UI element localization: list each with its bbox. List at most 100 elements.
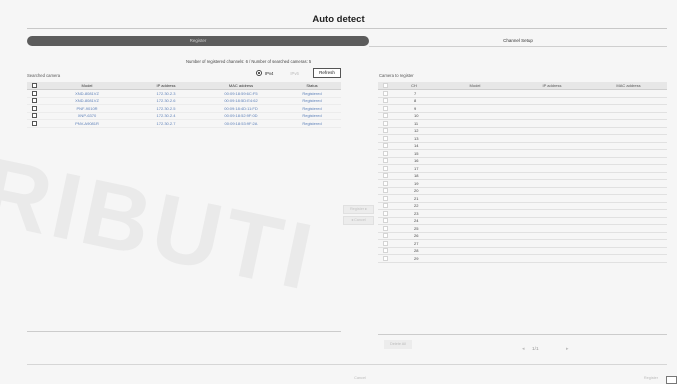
- checkbox-icon[interactable]: [382, 255, 388, 261]
- cancel-button[interactable]: Cancel: [345, 374, 375, 383]
- checkbox-icon[interactable]: [382, 128, 388, 134]
- row-checkbox[interactable]: [378, 119, 392, 128]
- refresh-button[interactable]: Refresh: [313, 68, 341, 78]
- next-page-icon[interactable]: ▸: [566, 347, 568, 352]
- row-checkbox[interactable]: [378, 224, 392, 233]
- row-checkbox[interactable]: [27, 97, 41, 105]
- checkbox-icon[interactable]: [382, 210, 388, 216]
- row-checkbox[interactable]: [378, 232, 392, 240]
- table-row[interactable]: XND-8081VZ 172.30.2.6 00:09:18:5D:E4:62 Reg…: [27, 97, 341, 105]
- row-checkbox[interactable]: [378, 164, 392, 173]
- row-checkbox[interactable]: [378, 209, 392, 218]
- checkbox-icon[interactable]: [382, 203, 388, 209]
- checkbox-icon[interactable]: [382, 173, 388, 179]
- checkbox-icon[interactable]: [382, 105, 388, 111]
- checkbox-icon[interactable]: [31, 98, 37, 104]
- checkbox-icon[interactable]: [382, 83, 388, 89]
- row-checkbox[interactable]: [378, 187, 392, 195]
- row-checkbox[interactable]: [378, 157, 392, 165]
- table-row[interactable]: 18: [378, 172, 667, 180]
- table-row[interactable]: 15: [378, 149, 667, 158]
- row-checkbox[interactable]: [378, 134, 392, 143]
- checkbox-icon[interactable]: [31, 105, 37, 111]
- checkbox-icon[interactable]: [382, 248, 388, 254]
- table-row[interactable]: 20: [378, 187, 667, 195]
- register-select-all-checkbox[interactable]: [378, 82, 392, 90]
- checkbox-icon[interactable]: [382, 90, 388, 96]
- checkbox-icon[interactable]: [31, 83, 37, 89]
- table-row[interactable]: 25: [378, 224, 667, 233]
- ipv4-radio[interactable]: [256, 70, 262, 76]
- row-checkbox[interactable]: [378, 149, 392, 158]
- table-row[interactable]: 11: [378, 119, 667, 128]
- close-button[interactable]: [666, 376, 677, 384]
- row-checkbox[interactable]: [378, 239, 392, 248]
- table-row[interactable]: 13: [378, 134, 667, 143]
- table-row[interactable]: 8: [378, 97, 667, 105]
- row-checkbox[interactable]: [27, 89, 41, 98]
- checkbox-icon[interactable]: [382, 120, 388, 126]
- row-checkbox[interactable]: [378, 202, 392, 210]
- row-checkbox[interactable]: [378, 217, 392, 225]
- checkbox-icon[interactable]: [382, 113, 388, 119]
- register-button[interactable]: Register: [638, 374, 664, 383]
- ipv6-label[interactable]: IPv6: [290, 71, 298, 76]
- checkbox-icon[interactable]: [382, 225, 388, 231]
- table-row[interactable]: 17: [378, 164, 667, 173]
- row-checkbox[interactable]: [378, 247, 392, 255]
- checkbox-icon[interactable]: [382, 150, 388, 156]
- table-row[interactable]: 21: [378, 194, 667, 203]
- table-row[interactable]: 14: [378, 142, 667, 150]
- checkbox-icon[interactable]: [382, 240, 388, 246]
- checkbox-icon[interactable]: [382, 135, 388, 141]
- row-checkbox[interactable]: [27, 119, 41, 128]
- checkbox-icon[interactable]: [382, 165, 388, 171]
- row-checkbox[interactable]: [378, 179, 392, 188]
- register-arrow-button[interactable]: Register ▸: [343, 205, 374, 214]
- row-checkbox[interactable]: [27, 104, 41, 113]
- row-checkbox[interactable]: [378, 172, 392, 180]
- checkbox-icon[interactable]: [382, 188, 388, 194]
- checkbox-icon[interactable]: [31, 113, 37, 119]
- step-register[interactable]: Register: [27, 36, 369, 46]
- checkbox-icon[interactable]: [382, 195, 388, 201]
- table-row[interactable]: 26: [378, 232, 667, 240]
- table-row[interactable]: 12: [378, 127, 667, 135]
- table-row[interactable]: XNP-6370 172.30.2.4 00:09:18:52:9F:0D Regis…: [27, 112, 341, 120]
- table-row[interactable]: 27: [378, 239, 667, 248]
- table-row[interactable]: 10: [378, 112, 667, 120]
- table-row[interactable]: XND-8081VZ 172.30.2.3 00:09:18:59:6C:F5 Reg…: [27, 89, 341, 98]
- cancel-arrow-button[interactable]: ◂ Cancel: [343, 216, 374, 225]
- row-checkbox[interactable]: [378, 142, 392, 150]
- table-row[interactable]: 19: [378, 179, 667, 188]
- checkbox-icon[interactable]: [382, 180, 388, 186]
- checkbox-icon[interactable]: [31, 90, 37, 96]
- checkbox-icon[interactable]: [382, 218, 388, 224]
- row-checkbox[interactable]: [378, 254, 392, 263]
- row-checkbox[interactable]: [378, 194, 392, 203]
- table-row[interactable]: 24: [378, 217, 667, 225]
- table-row[interactable]: 16: [378, 157, 667, 165]
- table-row[interactable]: 23: [378, 209, 667, 218]
- table-row[interactable]: 7: [378, 89, 667, 98]
- row-checkbox[interactable]: [378, 104, 392, 113]
- row-checkbox[interactable]: [378, 112, 392, 120]
- delete-all-button[interactable]: Delete All: [384, 340, 412, 349]
- row-checkbox[interactable]: [378, 89, 392, 98]
- row-checkbox[interactable]: [27, 112, 41, 120]
- prev-page-icon[interactable]: ◂: [522, 347, 524, 352]
- row-checkbox[interactable]: [378, 127, 392, 135]
- checkbox-icon[interactable]: [31, 120, 37, 126]
- select-all-checkbox[interactable]: [27, 82, 41, 90]
- table-row[interactable]: 22: [378, 202, 667, 210]
- checkbox-icon[interactable]: [382, 158, 388, 164]
- row-checkbox[interactable]: [378, 97, 392, 105]
- table-row[interactable]: PNV-A9081R 172.30.2.7 00:09:18:53:9F:2A Reg…: [27, 119, 341, 128]
- step-channel-setup[interactable]: Channel Setup: [369, 36, 667, 46]
- table-row[interactable]: PNF-9010R 172.30.2.5 00:09:18:4D:11:FD Regi…: [27, 104, 341, 113]
- table-row[interactable]: 29: [378, 254, 667, 263]
- checkbox-icon[interactable]: [382, 233, 388, 239]
- table-row[interactable]: 28: [378, 247, 667, 255]
- table-row[interactable]: 9: [378, 104, 667, 113]
- checkbox-icon[interactable]: [382, 143, 388, 149]
